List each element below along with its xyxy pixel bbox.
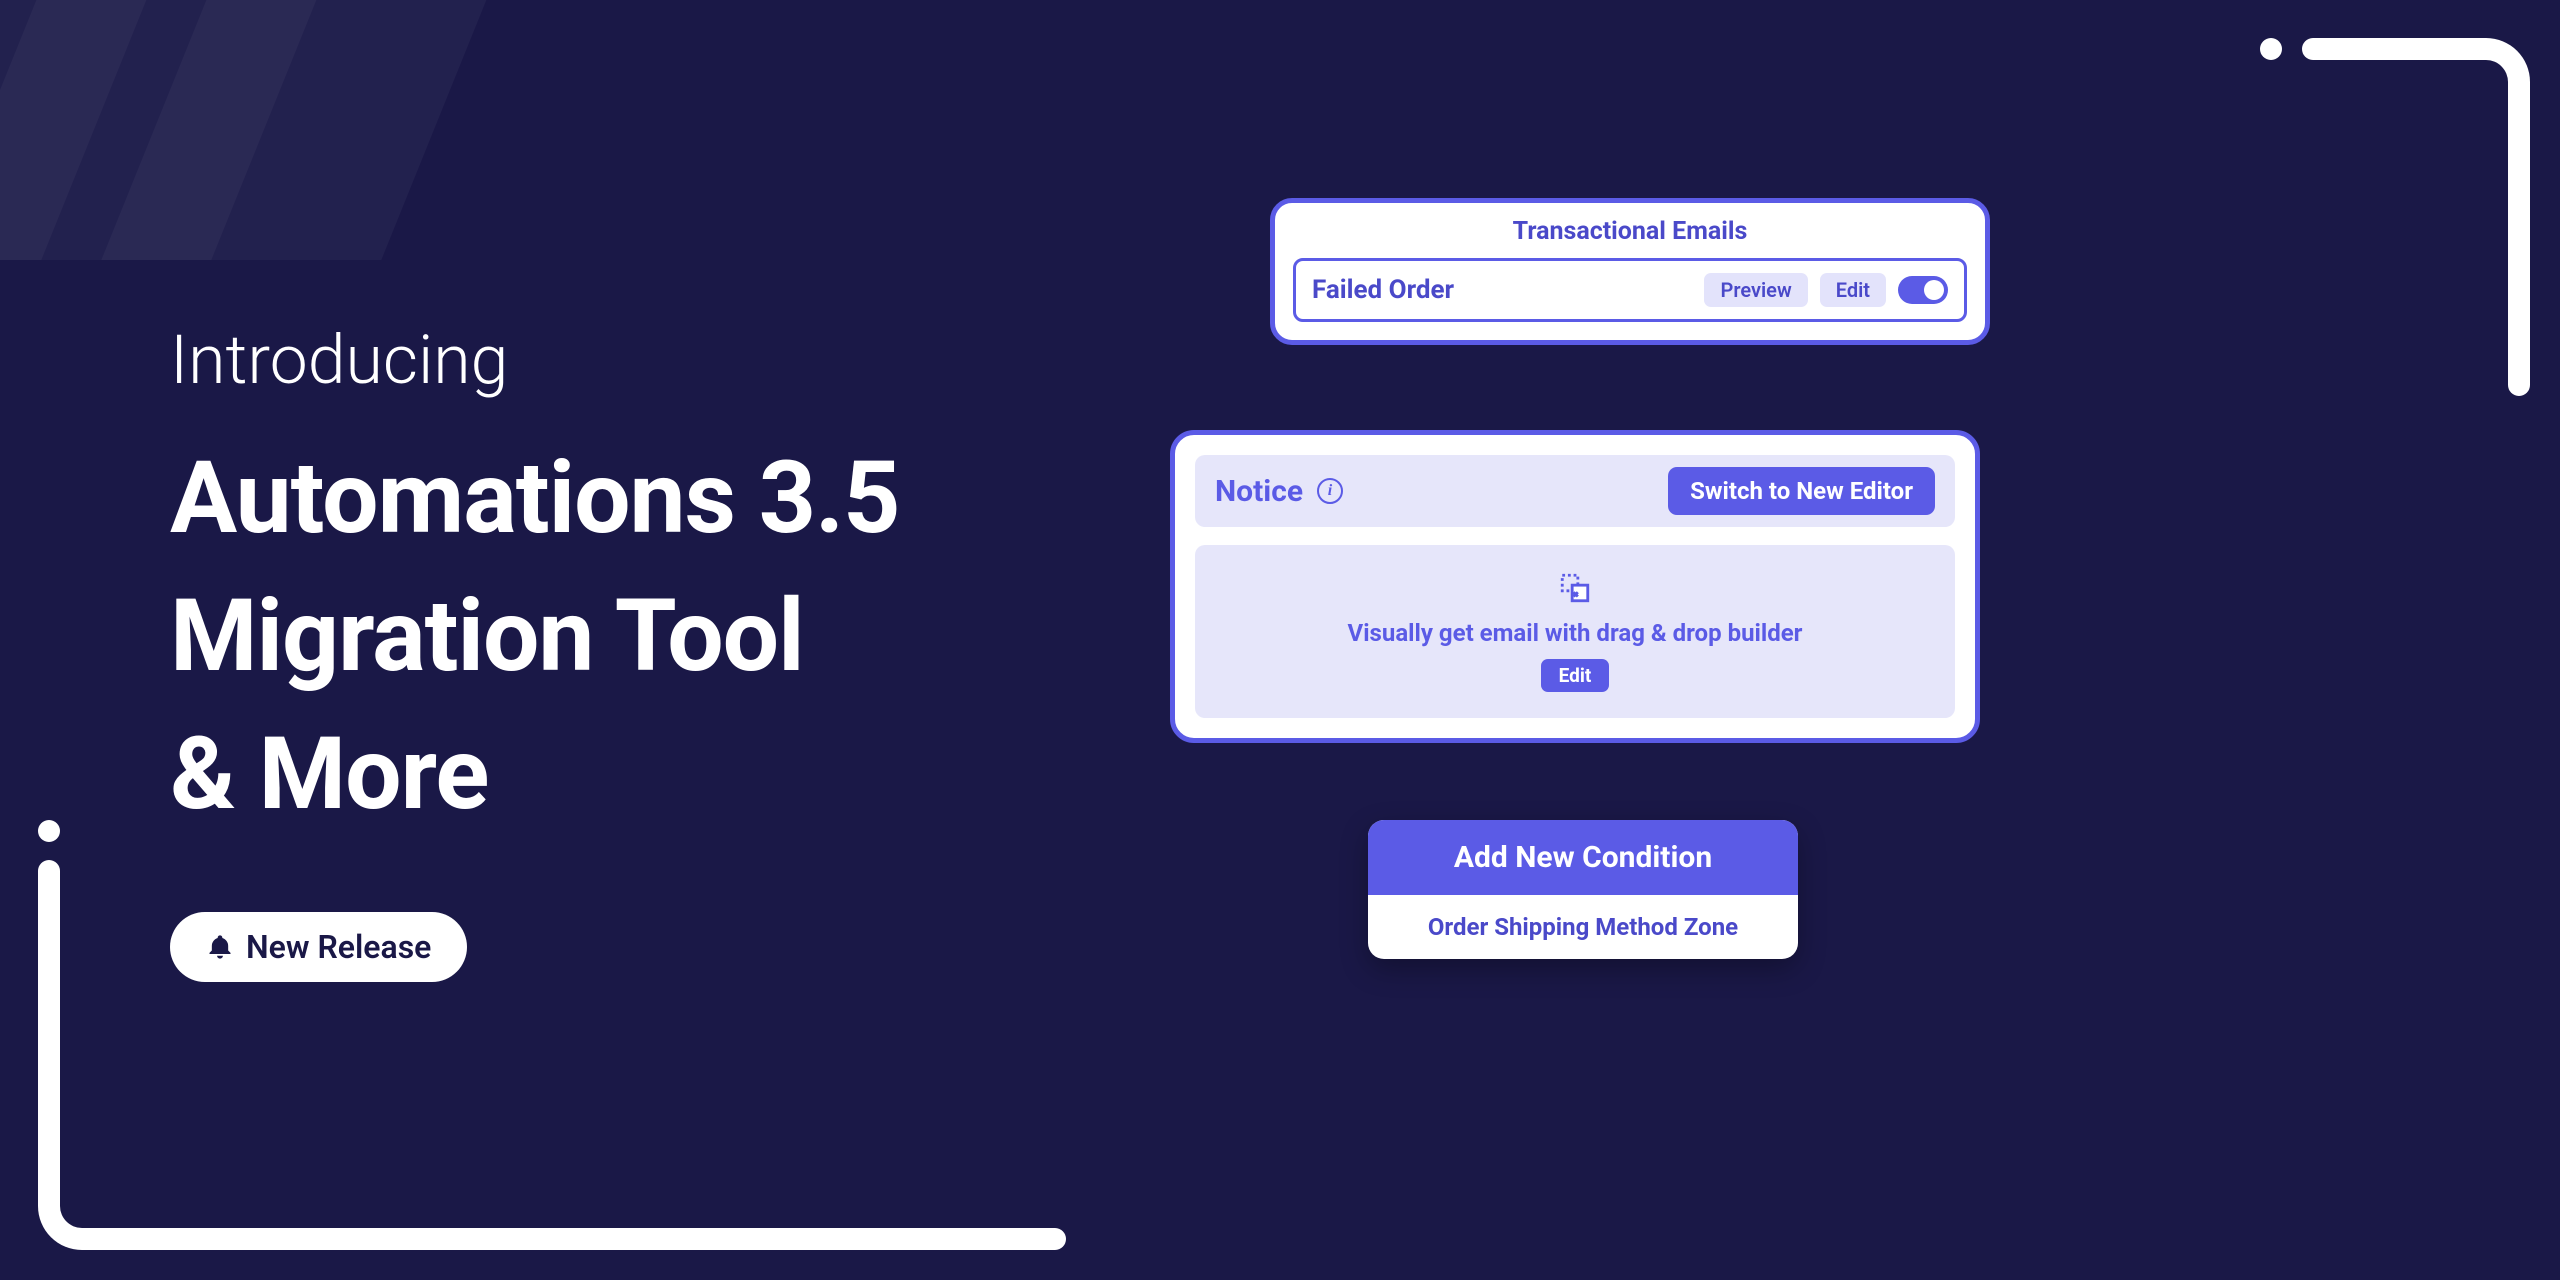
notice-title: Notice	[1215, 474, 1303, 509]
email-row: Failed Order Preview Edit	[1293, 258, 1967, 322]
builder-edit-button[interactable]: Edit	[1541, 659, 1610, 692]
condition-option[interactable]: Order Shipping Method Zone	[1368, 895, 1798, 959]
notice-bar: Notice i Switch to New Editor	[1195, 455, 1955, 527]
decorative-corner-top-right	[2260, 30, 2530, 390]
new-release-badge: New Release	[170, 912, 467, 982]
switch-editor-button[interactable]: Switch to New Editor	[1668, 467, 1935, 515]
hero-headline: Automations 3.5 Migration Tool & More	[170, 430, 900, 844]
decorative-chevrons	[0, 0, 450, 260]
notice-card: Notice i Switch to New Editor Visually g…	[1170, 430, 1980, 743]
enable-toggle[interactable]	[1898, 276, 1948, 304]
hero-intro: Introducing	[170, 320, 900, 400]
add-condition-button[interactable]: Add New Condition	[1368, 820, 1798, 895]
edit-button[interactable]: Edit	[1820, 273, 1886, 307]
transactional-emails-card: Transactional Emails Failed Order Previe…	[1270, 198, 1990, 345]
badge-label: New Release	[246, 928, 431, 966]
preview-button[interactable]: Preview	[1704, 273, 1807, 307]
hero-content: Introducing Automations 3.5 Migration To…	[170, 320, 900, 982]
emails-card-title: Transactional Emails	[1293, 217, 1967, 246]
bell-icon	[206, 933, 234, 961]
info-icon: i	[1317, 478, 1343, 504]
drag-drop-icon	[1558, 571, 1592, 609]
condition-card: Add New Condition Order Shipping Method …	[1368, 820, 1798, 959]
builder-box: Visually get email with drag & drop buil…	[1195, 545, 1955, 718]
email-name: Failed Order	[1312, 275, 1692, 305]
builder-description: Visually get email with drag & drop buil…	[1221, 619, 1929, 647]
